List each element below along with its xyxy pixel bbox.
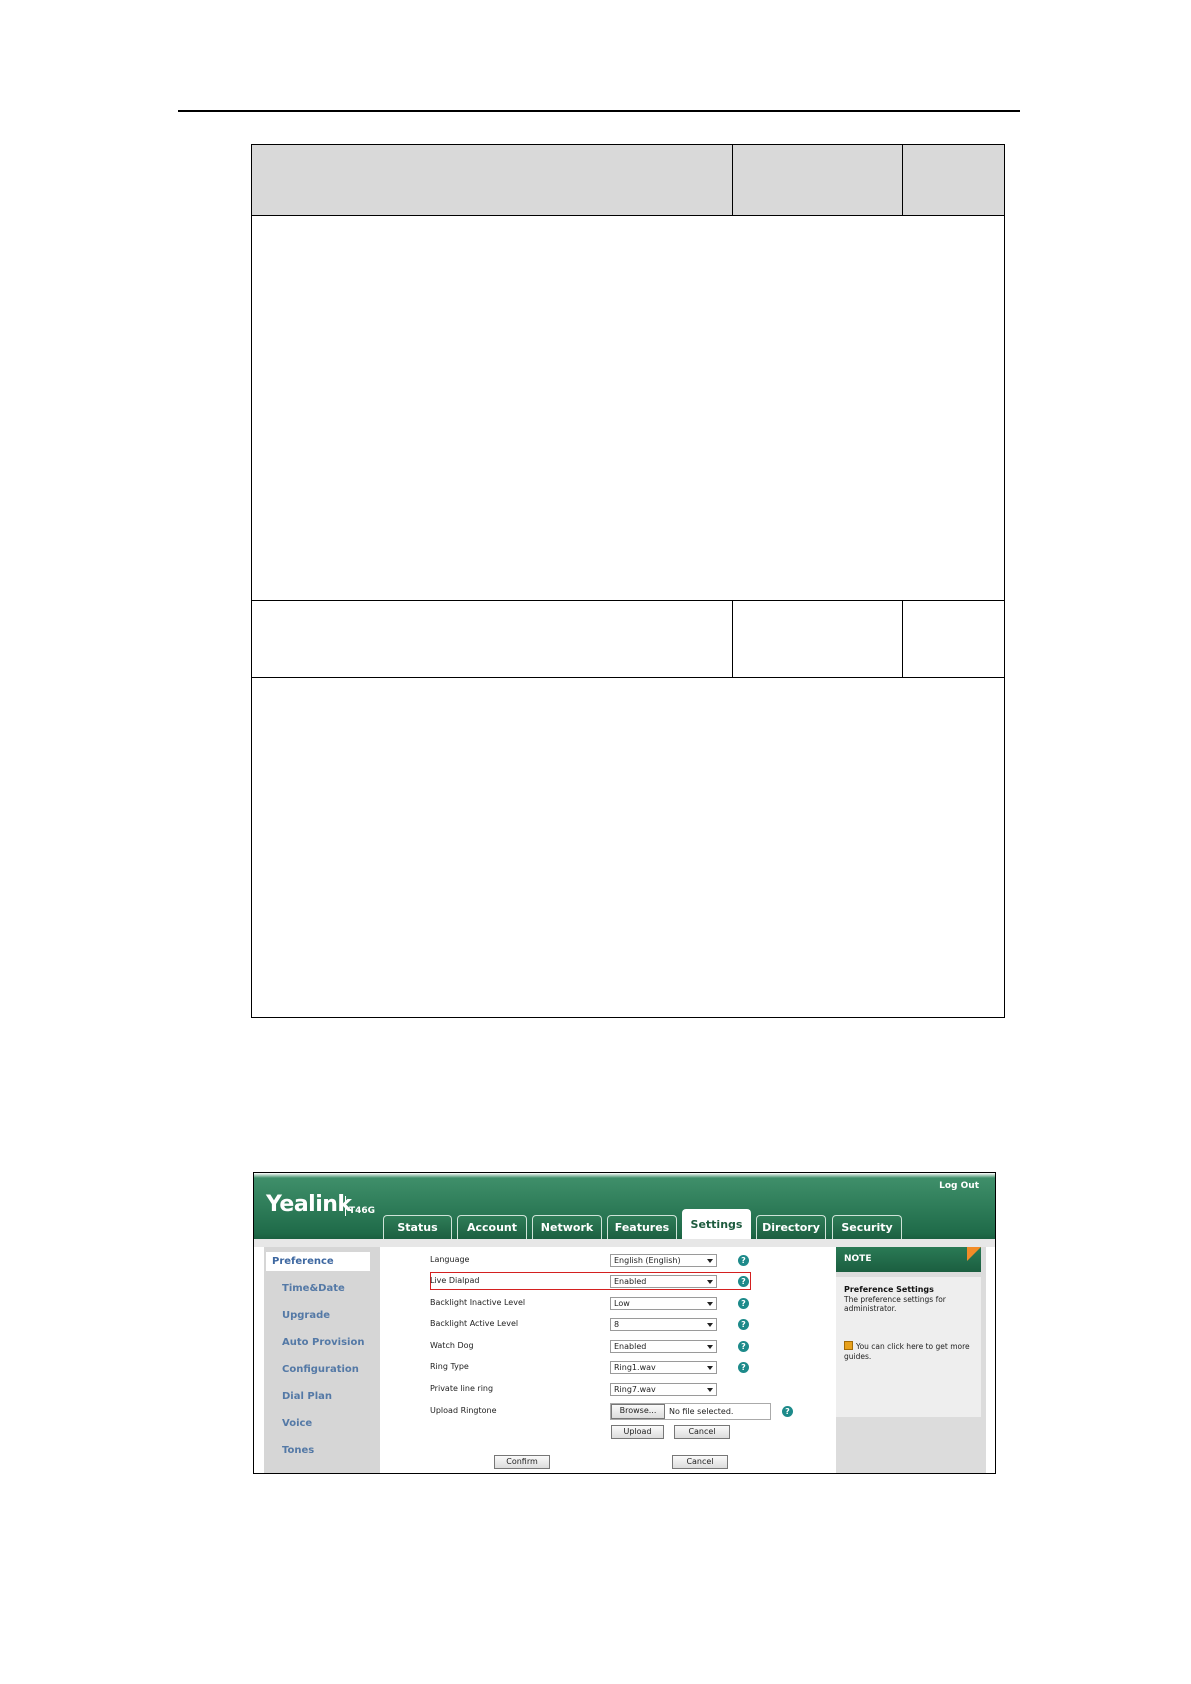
table-divider	[902, 600, 903, 677]
tab-account[interactable]: Account	[457, 1215, 527, 1239]
table-header-cell-1	[252, 145, 732, 215]
field-label-private-line-ring: Private line ring	[430, 1384, 494, 1393]
chevron-down-icon	[707, 1280, 713, 1284]
note-header: NOTE	[836, 1247, 981, 1272]
cancel-button[interactable]: Cancel	[672, 1455, 728, 1469]
help-icon[interactable]: ?	[738, 1341, 749, 1352]
header-rule	[178, 110, 1020, 112]
watch-dog-value: Enabled	[614, 1342, 647, 1351]
confirm-button[interactable]: Confirm	[494, 1455, 550, 1469]
note-corner-fold	[967, 1247, 981, 1261]
sidebar-item-configuration[interactable]: Configuration	[282, 1364, 359, 1375]
chevron-down-icon	[707, 1388, 713, 1392]
backlight-active-value: 8	[614, 1320, 620, 1329]
table-divider	[252, 600, 1004, 601]
ring-type-value: Ring1.wav	[614, 1363, 656, 1372]
sidebar-item-voice[interactable]: Voice	[282, 1418, 312, 1429]
table-header-cell-3	[903, 145, 1004, 215]
table-header-cell-2	[733, 145, 902, 215]
help-icon[interactable]: ?	[782, 1406, 793, 1417]
ring-type-select[interactable]: Ring1.wav	[610, 1361, 717, 1374]
brand-logo: Yealink	[266, 1192, 352, 1217]
chevron-down-icon	[707, 1302, 713, 1306]
help-icon[interactable]: ?	[738, 1276, 749, 1287]
table-divider	[902, 145, 903, 215]
note-text: The preference settings for administrato…	[844, 1295, 946, 1313]
table-divider	[732, 145, 733, 215]
language-value: English (English)	[614, 1256, 681, 1265]
backlight-active-select[interactable]: 8	[610, 1318, 717, 1331]
upload-cancel-button[interactable]: Cancel	[674, 1425, 730, 1439]
tab-settings[interactable]: Settings	[682, 1209, 751, 1239]
private-line-ring-select[interactable]: Ring7.wav	[610, 1383, 717, 1396]
field-label-language: Language	[430, 1255, 470, 1264]
field-label-live-dialpad: Live Dialpad	[430, 1276, 480, 1285]
sidebar-item-preference[interactable]: Preference	[266, 1252, 370, 1271]
sidebar-item-dial-plan[interactable]: Dial Plan	[282, 1391, 332, 1402]
sidebar-item-tones[interactable]: Tones	[282, 1445, 314, 1456]
book-icon	[844, 1341, 853, 1350]
document-table	[251, 144, 1005, 1018]
sidebar-item-upgrade[interactable]: Upgrade	[282, 1310, 330, 1321]
watch-dog-select[interactable]: Enabled	[610, 1340, 717, 1353]
field-label-backlight-active: Backlight Active Level	[430, 1319, 519, 1328]
table-divider	[732, 600, 733, 677]
backlight-inactive-value: Low	[614, 1299, 630, 1308]
field-label-ring-type: Ring Type	[430, 1362, 469, 1371]
note-title: Preference Settings	[844, 1285, 934, 1294]
table-divider	[252, 215, 1004, 216]
tab-security[interactable]: Security	[832, 1215, 902, 1239]
web-ui-screenshot: Yealink T46G Log Out Status Account Netw…	[253, 1172, 996, 1474]
backlight-inactive-select[interactable]: Low	[610, 1297, 717, 1310]
table-divider	[252, 677, 1004, 678]
sidebar-item-auto-provision[interactable]: Auto Provision	[282, 1337, 364, 1348]
help-icon[interactable]: ?	[738, 1255, 749, 1266]
settings-sidebar	[264, 1247, 380, 1473]
tab-directory[interactable]: Directory	[756, 1215, 826, 1239]
field-label-upload-ringtone: Upload Ringtone	[430, 1406, 497, 1415]
help-icon[interactable]: ?	[738, 1362, 749, 1373]
live-dialpad-value: Enabled	[614, 1277, 647, 1286]
tab-underbar	[254, 1239, 995, 1247]
chevron-down-icon	[707, 1345, 713, 1349]
logout-link[interactable]: Log Out	[939, 1181, 979, 1191]
upload-button[interactable]: Upload	[611, 1425, 664, 1439]
model-label: T46G	[349, 1206, 376, 1216]
file-status: No file selected.	[669, 1407, 734, 1416]
chevron-down-icon	[707, 1259, 713, 1263]
live-dialpad-select[interactable]: Enabled	[610, 1275, 717, 1288]
tab-features[interactable]: Features	[607, 1215, 677, 1239]
note-hint-row[interactable]: You can click here to get more guides.	[844, 1341, 972, 1362]
chevron-down-icon	[707, 1323, 713, 1327]
field-label-watch-dog: Watch Dog	[430, 1341, 474, 1350]
help-icon[interactable]: ?	[738, 1319, 749, 1330]
chevron-down-icon	[707, 1366, 713, 1370]
tab-status[interactable]: Status	[383, 1215, 452, 1239]
language-select[interactable]: English (English)	[610, 1254, 717, 1267]
logo-separator	[345, 1196, 346, 1216]
tab-network[interactable]: Network	[532, 1215, 602, 1239]
help-icon[interactable]: ?	[738, 1298, 749, 1309]
sidebar-item-time-date[interactable]: Time&Date	[282, 1283, 345, 1294]
private-line-ring-value: Ring7.wav	[614, 1385, 656, 1394]
field-label-backlight-inactive: Backlight Inactive Level	[430, 1298, 526, 1307]
note-hint: You can click here to get more guides.	[844, 1342, 970, 1361]
browse-button[interactable]: Browse...	[611, 1404, 665, 1419]
